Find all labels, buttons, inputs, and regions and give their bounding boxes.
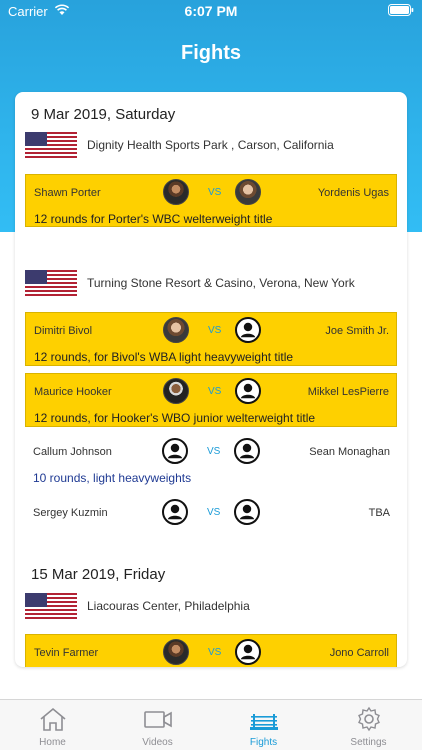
user-placeholder-icon bbox=[162, 438, 188, 464]
battery-icon bbox=[388, 4, 414, 16]
fight-description: 12 rounds for Porter's WBC welterweight … bbox=[34, 212, 273, 226]
boxing-ring-icon bbox=[250, 714, 278, 730]
tab-bar: Home Videos Fights Settings bbox=[0, 699, 422, 750]
tab-label: Videos bbox=[142, 737, 173, 748]
fighter-right-name: Jono Carroll bbox=[329, 647, 389, 659]
fighter-left-name: Sergey Kuzmin bbox=[33, 507, 108, 519]
fighter-left-name: Shawn Porter bbox=[34, 187, 101, 199]
fight-description: 12 rounds, for Bivol's WBA light heavywe… bbox=[34, 350, 294, 364]
fight-row[interactable]: Tevin Farmer VS Jono Carroll bbox=[25, 634, 397, 667]
tab-videos[interactable]: Videos bbox=[105, 700, 210, 750]
fight-description: 12 rounds, for Hooker's WBO junior welte… bbox=[34, 411, 316, 425]
fight-row[interactable]: Maurice Hooker VS Mikkel LesPierre 12 ro… bbox=[25, 373, 397, 427]
vs-label: VS bbox=[208, 187, 222, 198]
fighter-right-name: Yordenis Ugas bbox=[317, 187, 389, 199]
venue-label: Liacouras Center, Philadelphia bbox=[87, 599, 250, 613]
fighter-photo bbox=[163, 639, 189, 665]
vs-label: VS bbox=[207, 507, 221, 518]
vs-label: VS bbox=[208, 386, 222, 397]
fight-row[interactable]: Callum Johnson VS Sean Monaghan 10 round… bbox=[25, 434, 397, 488]
status-time: 6:07 PM bbox=[184, 3, 238, 19]
fighter-left-name: Callum Johnson bbox=[33, 446, 112, 458]
user-placeholder-icon bbox=[235, 317, 261, 343]
fight-description: 10 rounds, light heavyweights bbox=[33, 471, 192, 485]
venue-row: Liacouras Center, Philadelphia bbox=[25, 593, 395, 619]
video-icon bbox=[144, 711, 172, 728]
tab-label: Home bbox=[39, 737, 66, 748]
us-flag-icon bbox=[25, 270, 77, 296]
venue-row: Dignity Health Sports Park , Carson, Cal… bbox=[25, 132, 395, 158]
fighter-right-name: Mikkel LesPierre bbox=[307, 386, 389, 398]
tab-label: Fights bbox=[249, 737, 278, 748]
page-title: Fights bbox=[181, 42, 241, 64]
user-placeholder-icon bbox=[235, 639, 261, 665]
user-placeholder-icon bbox=[234, 438, 260, 464]
fighter-photo bbox=[235, 179, 261, 205]
venue-label: Dignity Health Sports Park , Carson, Cal… bbox=[87, 138, 334, 152]
fighter-left-name: Maurice Hooker bbox=[34, 386, 112, 398]
event-date: 9 Mar 2019, Saturday bbox=[31, 106, 176, 123]
fighter-left-name: Dimitri Bivol bbox=[34, 325, 93, 337]
user-placeholder-icon bbox=[235, 378, 261, 404]
tab-fights[interactable]: Fights bbox=[211, 700, 316, 750]
vs-label: VS bbox=[207, 446, 221, 457]
vs-label: VS bbox=[208, 325, 222, 336]
tab-settings[interactable]: Settings bbox=[316, 700, 421, 750]
venue-label: Turning Stone Resort & Casino, Verona, N… bbox=[87, 276, 355, 290]
vs-label: VS bbox=[208, 647, 222, 658]
gear-icon bbox=[358, 706, 380, 732]
status-bar: Carrier 6:07 PM bbox=[0, 0, 422, 22]
us-flag-icon bbox=[25, 593, 77, 619]
event-date: 15 Mar 2019, Friday bbox=[31, 566, 166, 583]
fight-list-card[interactable]: 9 Mar 2019, Saturday Dignity Health Spor… bbox=[15, 92, 407, 667]
fight-row[interactable]: Shawn Porter VS Yordenis Ugas 12 rounds … bbox=[25, 174, 397, 227]
venue-row: Turning Stone Resort & Casino, Verona, N… bbox=[25, 270, 395, 296]
fight-row[interactable]: Dimitri Bivol VS Joe Smith Jr. 12 rounds… bbox=[25, 312, 397, 366]
fighter-photo bbox=[163, 378, 189, 404]
fighter-photo bbox=[163, 317, 189, 343]
fighter-right-name: Joe Smith Jr. bbox=[325, 325, 389, 337]
home-icon bbox=[40, 707, 66, 731]
tab-label: Settings bbox=[350, 737, 387, 748]
fight-row[interactable]: Sergey Kuzmin VS TBA bbox=[25, 495, 397, 531]
fighter-right-name: TBA bbox=[368, 507, 390, 519]
user-placeholder-icon bbox=[162, 499, 188, 525]
tab-home[interactable]: Home bbox=[0, 700, 105, 750]
us-flag-icon bbox=[25, 132, 77, 158]
user-placeholder-icon bbox=[234, 499, 260, 525]
fighter-photo bbox=[163, 179, 189, 205]
fighter-right-name: Sean Monaghan bbox=[309, 446, 390, 458]
fighter-left-name: Tevin Farmer bbox=[34, 647, 99, 659]
